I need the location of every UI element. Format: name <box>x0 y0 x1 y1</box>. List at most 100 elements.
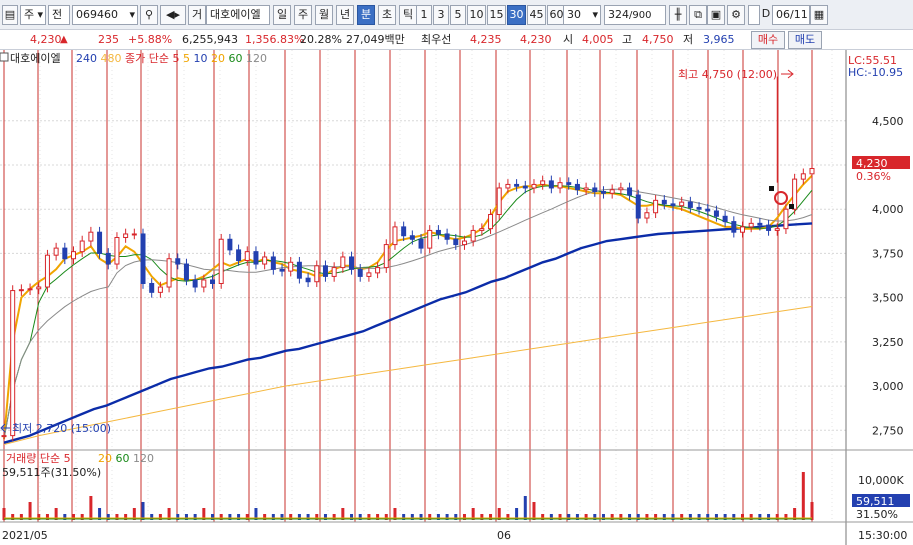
candle-body <box>713 210 719 217</box>
candle-body <box>262 256 268 265</box>
candle-body <box>157 286 163 293</box>
candle-body <box>453 238 459 246</box>
candle-body <box>670 203 676 207</box>
volume-bar <box>523 496 527 520</box>
candle-body <box>349 256 355 270</box>
period-button-3[interactable]: 년 <box>336 5 354 25</box>
volume-ratio: 1,356.83% <box>245 33 305 46</box>
date-input[interactable]: 06/11 <box>772 5 810 25</box>
price-change-pct: +5.88% <box>128 33 173 46</box>
compare-icon: ⧉ <box>694 8 702 21</box>
data-count: 324 <box>608 8 629 21</box>
price-chart-area[interactable]: 4,5004,2504,0003,7503,5003,2503,0002,750… <box>0 50 913 545</box>
candle-body <box>62 247 68 260</box>
open-label: 시 <box>563 33 574 46</box>
interval-button-4[interactable]: 15 <box>487 5 506 25</box>
candle-body <box>375 267 381 274</box>
legend-item: 20 <box>98 452 116 465</box>
y-tick-label: 4,500 <box>872 115 904 128</box>
candle-body <box>192 279 198 288</box>
candle-body <box>470 229 476 242</box>
compare-button[interactable]: ⧉ <box>689 5 707 25</box>
buy-button[interactable]: 매수 <box>751 31 785 49</box>
current-price-label: 4,230 <box>856 157 888 170</box>
interval-select-value: 30 <box>567 8 581 21</box>
interval-button-1[interactable]: 3 <box>433 5 449 25</box>
candle-body <box>322 265 328 277</box>
candle-body <box>166 258 172 288</box>
y-tick-label: 3,000 <box>872 380 904 393</box>
interval-button-3[interactable]: 10 <box>467 5 486 25</box>
company-info-button[interactable]: 거 <box>188 5 206 25</box>
candle-body <box>696 206 702 210</box>
market-select[interactable]: 주 ▾ <box>20 5 46 25</box>
legend-item: 240 <box>76 52 101 65</box>
candle-body <box>131 233 137 236</box>
candle-body <box>149 282 155 293</box>
interval-button-2[interactable]: 5 <box>450 5 466 25</box>
candle-body <box>401 226 407 237</box>
best-ask-label: 최우선 <box>421 33 452 46</box>
low-label: 저 <box>683 33 694 46</box>
panel-toggle-icon[interactable]: ▤ <box>2 5 18 25</box>
d-label: D <box>761 7 771 20</box>
data-count-field[interactable]: 324/900 <box>604 5 666 25</box>
period-button-4[interactable]: 분 <box>357 5 375 25</box>
candle-body <box>800 173 806 180</box>
candle-body <box>653 199 659 214</box>
period-button-1[interactable]: 주 <box>294 5 312 25</box>
hc-label: HC:-10.95 <box>848 66 903 79</box>
candle-body <box>600 191 606 194</box>
price-chart[interactable]: 4,5004,2504,0003,7503,5003,2503,0002,750… <box>0 50 913 545</box>
candle-body <box>270 256 276 270</box>
period-button-2[interactable]: 월 <box>315 5 333 25</box>
date-checkbox[interactable] <box>748 5 760 25</box>
candle-body <box>357 268 363 277</box>
candle-body <box>244 251 250 261</box>
interval-button-0[interactable]: 1 <box>416 5 432 25</box>
candle-body <box>383 244 389 269</box>
candle-body <box>279 268 285 272</box>
market-select-value: 주 <box>24 8 35 21</box>
candle-body <box>10 290 16 437</box>
candle-body <box>123 233 129 239</box>
period-button-5[interactable]: 초 <box>378 5 396 25</box>
save-button[interactable]: ▣ <box>707 5 725 25</box>
candle-body <box>548 180 554 189</box>
settings-button[interactable]: ⚙ <box>727 5 745 25</box>
sound-button[interactable]: ◀▸ <box>160 5 186 25</box>
signal-marker <box>769 186 774 191</box>
candle-body <box>140 233 146 284</box>
period-button-0[interactable]: 일 <box>273 5 291 25</box>
type-select[interactable]: 전 <box>48 5 70 25</box>
candle-body <box>557 182 563 189</box>
volume-bar <box>141 502 145 520</box>
chart-tools-button[interactable]: ╫ <box>669 5 687 25</box>
volume-bar <box>28 502 32 520</box>
legend-ma-periods: 240 480 종가 단순 5 5 10 20 60 120 <box>76 52 267 65</box>
search-button[interactable]: ⚲ <box>140 5 158 25</box>
stock-code-input[interactable]: 069460 ▾ <box>72 5 138 25</box>
tools-icon: ╫ <box>674 8 682 21</box>
candle-body <box>635 194 641 219</box>
candle-body <box>618 187 624 191</box>
x-label-may: 2021/05 <box>2 529 48 542</box>
legend-checkbox[interactable] <box>0 52 9 62</box>
interval-select[interactable]: 30 ▾ <box>563 5 601 25</box>
candle-body <box>679 201 685 207</box>
low-price: 3,965 <box>703 33 735 46</box>
candle-body <box>757 222 763 226</box>
calendar-button[interactable]: ▦ <box>810 5 828 25</box>
y-tick-label: 3,750 <box>872 247 904 260</box>
candle-body <box>479 228 485 231</box>
candle-body <box>340 256 346 269</box>
period-button-6[interactable]: 틱 <box>399 5 417 25</box>
volume-bar <box>532 502 536 520</box>
interval-button-5[interactable]: 30 <box>507 5 526 25</box>
interval-button-6[interactable]: 45 <box>527 5 546 25</box>
candle-body <box>427 229 433 249</box>
candle-body <box>522 185 528 189</box>
candle-body <box>36 286 42 290</box>
quote-bar: 4,230 ▲ 235 +5.88% 6,255,943 1,356.83% 2… <box>0 30 913 50</box>
sell-button[interactable]: 매도 <box>788 31 822 49</box>
